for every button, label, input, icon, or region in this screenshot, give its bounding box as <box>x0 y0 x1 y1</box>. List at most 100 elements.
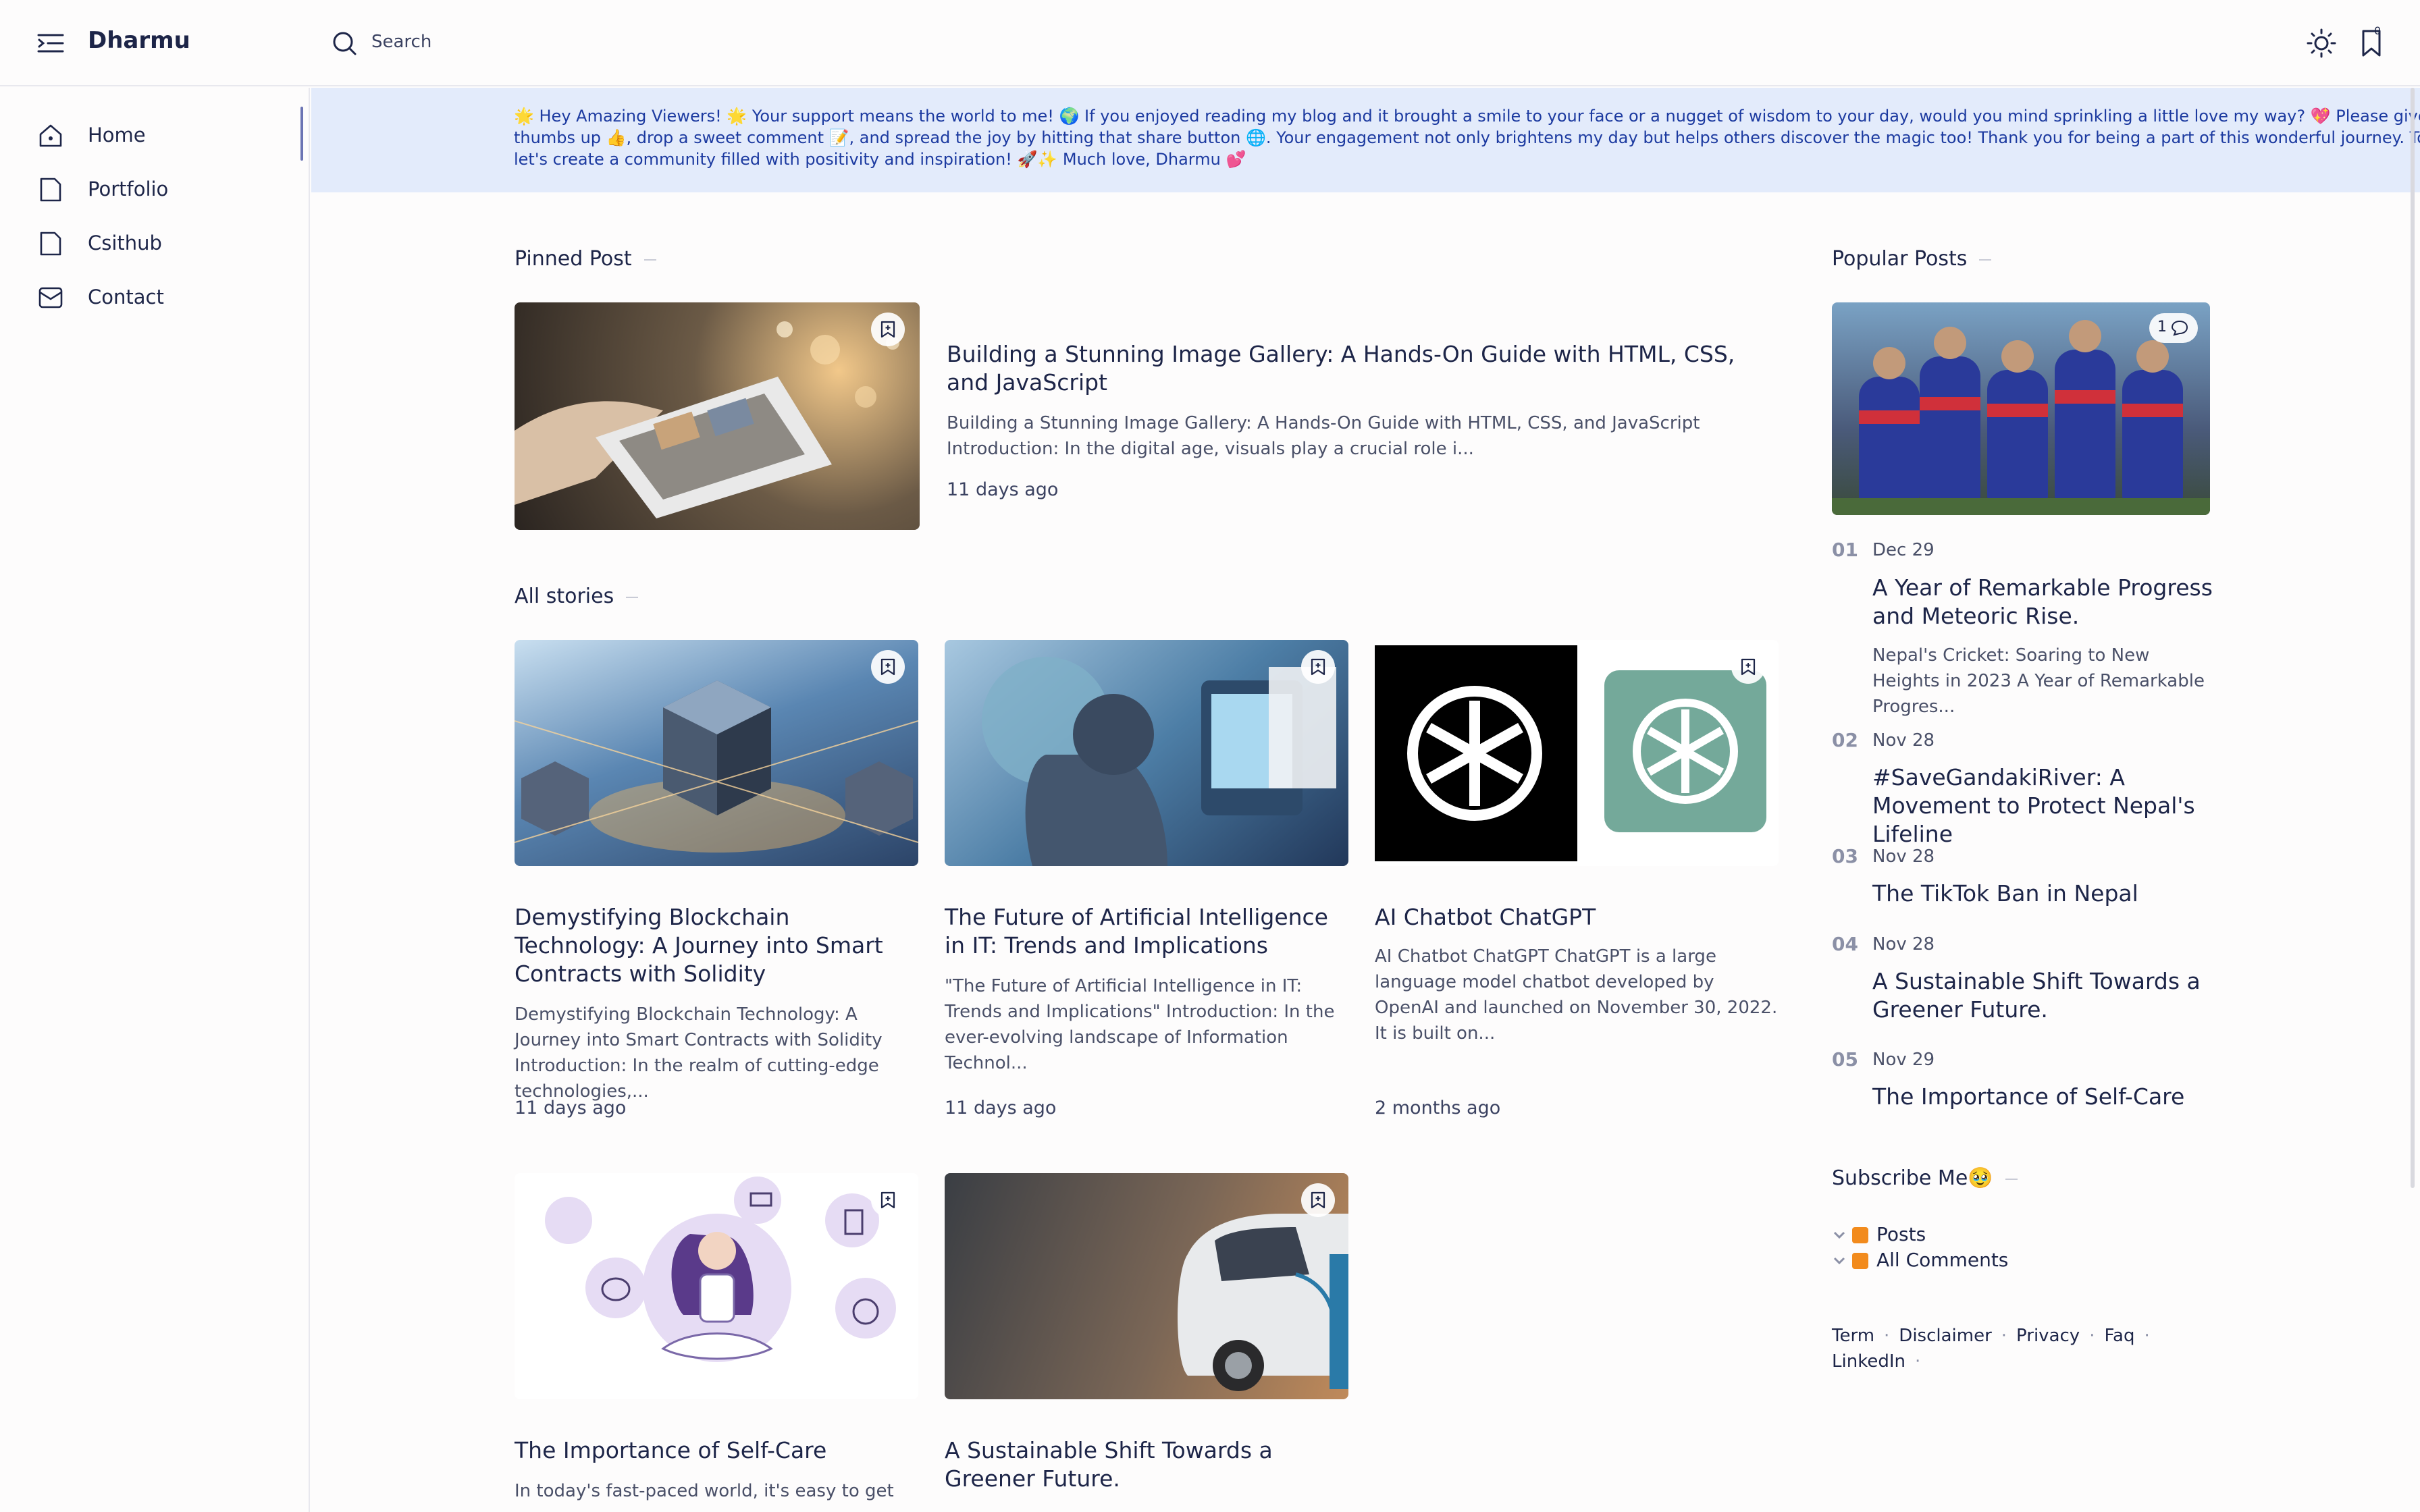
notice-banner: 🌟 Hey Amazing Viewers! 🌟 Your support me… <box>311 88 2420 192</box>
save-bookmark-button[interactable] <box>1731 650 1765 684</box>
popular-rank: 04 <box>1832 933 1858 955</box>
blockchain-illustration <box>515 680 918 853</box>
story-date: 2 months ago <box>1375 1098 1501 1118</box>
story-excerpt: "The Future of Artificial Intelligence i… <box>945 976 1335 1073</box>
sidebar-item-label: Portfolio <box>88 178 169 200</box>
story-date: 11 days ago <box>515 1098 627 1118</box>
bookmark-icon[interactable] <box>2358 28 2388 58</box>
comment-count-pill[interactable]: 1 <box>2149 313 2198 343</box>
pinned-post-title[interactable]: Building a Stunning Image Gallery: A Han… <box>947 340 1777 397</box>
pinned-post-date: 11 days ago <box>947 479 1059 500</box>
ai-illustration <box>982 657 1336 866</box>
subscribe-heading: Subscribe Me🥹 <box>1832 1166 2018 1190</box>
story-title[interactable]: A Sustainable Shift Towards a Greener Fu… <box>945 1436 1350 1493</box>
story-excerpt: In today's fast-paced world, it's easy t… <box>515 1481 894 1501</box>
search-icon[interactable] <box>331 30 358 57</box>
menu-toggle-icon[interactable] <box>37 33 64 53</box>
search-input[interactable]: Search <box>371 32 431 52</box>
story-thumbnail[interactable] <box>945 1173 1348 1399</box>
story-thumbnail[interactable] <box>945 640 1348 866</box>
footer-link-privacy[interactable]: Privacy <box>2016 1326 2080 1346</box>
story-title[interactable]: AI Chatbot ChatGPT <box>1375 903 1780 932</box>
story-thumbnail[interactable] <box>515 1173 918 1399</box>
footer-link-term[interactable]: Term <box>1832 1326 1874 1346</box>
story-title[interactable]: Demystifying Blockchain Technology: A Jo… <box>515 903 920 988</box>
chevron-down-icon <box>1833 1257 1845 1265</box>
site-brand[interactable]: Dharmu <box>88 27 190 54</box>
electric-car-illustration <box>1178 1214 1348 1391</box>
bookmark-icon <box>1311 1191 1325 1209</box>
all-stories-heading: All stories <box>515 585 638 608</box>
footer-link-faq[interactable]: Faq <box>2104 1326 2134 1346</box>
story-date: 11 days ago <box>945 1098 1057 1118</box>
story-excerpt: Demystifying Blockchain Technology: A Jo… <box>515 1004 883 1102</box>
rss-icon <box>1852 1253 1868 1269</box>
popular-title[interactable]: #SaveGandakiRiver: A Movement to Protect… <box>1872 763 2237 848</box>
popular-excerpt: Nepal's Cricket: Soaring to New Heights … <box>1872 645 2205 717</box>
page-icon <box>40 232 61 256</box>
gallery-illustration <box>515 321 899 518</box>
separator: · <box>2144 1326 2150 1346</box>
separator: · <box>1884 1326 1890 1346</box>
chevron-down-icon <box>1833 1231 1845 1239</box>
popular-date: Dec 29 <box>1872 540 1935 560</box>
bookmark-icon <box>1741 658 1756 676</box>
feed-label: Posts <box>1876 1223 1926 1245</box>
save-bookmark-button[interactable] <box>871 650 905 684</box>
separator: · <box>2089 1326 2095 1346</box>
bookmark-icon <box>880 658 895 676</box>
footer-link-disclaimer[interactable]: Disclaimer <box>1899 1326 1991 1346</box>
pinned-post-thumbnail[interactable] <box>515 302 920 530</box>
openai-logo-illustration <box>1375 645 1766 861</box>
page-icon <box>40 178 61 202</box>
popular-title[interactable]: The Importance of Self-Care <box>1872 1083 2237 1111</box>
pinned-post-excerpt: Building a Stunning Image Gallery: A Han… <box>947 413 1700 459</box>
scrollbar[interactable] <box>2411 88 2415 1188</box>
sidebar-item-label: Csithub <box>88 232 162 254</box>
mail-icon <box>38 287 63 308</box>
active-indicator <box>300 107 303 161</box>
save-bookmark-button[interactable] <box>871 313 905 346</box>
popular-rank: 02 <box>1832 729 1858 751</box>
rss-icon <box>1852 1227 1868 1243</box>
popular-date: Nov 28 <box>1872 934 1935 954</box>
sidebar-item-csithub[interactable]: Csithub <box>0 219 310 267</box>
notice-text: 🌟 Hey Amazing Viewers! 🌟 Your support me… <box>514 107 2420 169</box>
story-title[interactable]: The Importance of Self-Care <box>515 1436 920 1465</box>
popular-rank: 01 <box>1832 539 1858 561</box>
story-thumbnail[interactable] <box>1375 640 1779 866</box>
sidebar-item-label: Home <box>88 124 146 146</box>
popular-rank: 05 <box>1832 1048 1858 1071</box>
save-bookmark-button[interactable] <box>1301 1183 1335 1217</box>
bookmark-icon <box>1311 658 1325 676</box>
sidebar-item-label: Contact <box>88 286 164 308</box>
save-bookmark-button[interactable] <box>871 1183 905 1217</box>
footer-link-linkedin[interactable]: LinkedIn <box>1832 1351 1905 1372</box>
popular-post-thumbnail[interactable]: 1 <box>1832 302 2210 515</box>
story-excerpt: AI Chatbot ChatGPT ChatGPT is a large la… <box>1375 946 1778 1044</box>
popular-rank: 03 <box>1832 845 1858 867</box>
popular-date: Nov 29 <box>1872 1050 1935 1070</box>
sidebar-nav: Home Portfolio Csithub Contact <box>0 88 310 1512</box>
popular-date: Nov 28 <box>1872 846 1935 867</box>
sidebar-item-portfolio[interactable]: Portfolio <box>0 165 310 213</box>
popular-posts-heading: Popular Posts <box>1832 247 1991 271</box>
bookmark-icon <box>880 321 895 338</box>
save-bookmark-button[interactable] <box>1301 650 1335 684</box>
comment-count: 1 <box>2157 319 2167 335</box>
bookmark-icon <box>880 1191 895 1209</box>
comment-icon <box>2171 320 2188 336</box>
separator: · <box>1914 1351 1921 1372</box>
top-bar: Dharmu Search 0 <box>0 0 2420 86</box>
popular-title[interactable]: The TikTok Ban in Nepal <box>1872 880 2237 908</box>
footer-links: Term · Disclaimer · Privacy · Faq · LinkedIn · <box>1832 1323 2210 1374</box>
story-title[interactable]: The Future of Artificial Intelligence in… <box>945 903 1350 960</box>
sun-icon[interactable] <box>2307 28 2336 58</box>
popular-title[interactable]: A Sustainable Shift Towards a Greener Fu… <box>1872 967 2237 1024</box>
story-thumbnail[interactable] <box>515 640 918 866</box>
sidebar-item-contact[interactable]: Contact <box>0 273 310 321</box>
separator: · <box>2001 1326 2007 1346</box>
sidebar-item-home[interactable]: Home <box>0 111 310 159</box>
home-icon <box>39 124 62 147</box>
popular-title[interactable]: A Year of Remarkable Progress and Meteor… <box>1872 574 2237 630</box>
